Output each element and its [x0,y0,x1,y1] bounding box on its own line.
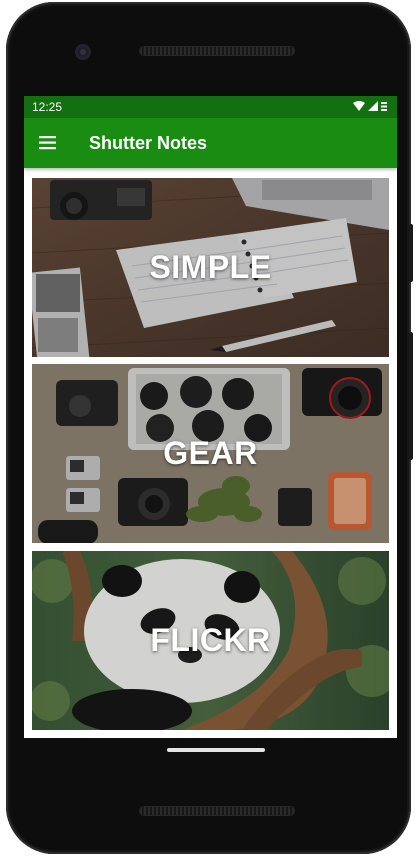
front-camera [75,44,91,60]
volume-button [409,224,413,282]
app-title: Shutter Notes [89,133,208,153]
menu-icon [39,136,56,150]
signal-icon [368,101,378,111]
card-flickr[interactable]: FLICKR [32,551,389,730]
card-gear[interactable]: GEAR [32,364,389,543]
card-gear-label: GEAR [163,435,258,471]
screen: 12:25 Shutter Notes SIMPLE GEAR FLICKR [24,96,397,738]
card-simple-label: SIMPLE [149,249,272,285]
card-flickr-label: FLICKR [150,622,271,658]
app-bar: Shutter Notes [24,118,397,168]
bottom-speaker [140,807,294,815]
card-simple[interactable]: SIMPLE [32,178,389,357]
menu-button[interactable] [38,133,58,153]
wifi-icon [353,101,365,111]
top-speaker [140,47,294,55]
status-time: 12:25 [32,100,63,114]
battery-icon [381,102,387,111]
gesture-nav-handle[interactable] [167,748,265,752]
status-icons [353,101,387,111]
power-button [409,332,413,460]
status-bar: 12:25 [24,96,397,118]
